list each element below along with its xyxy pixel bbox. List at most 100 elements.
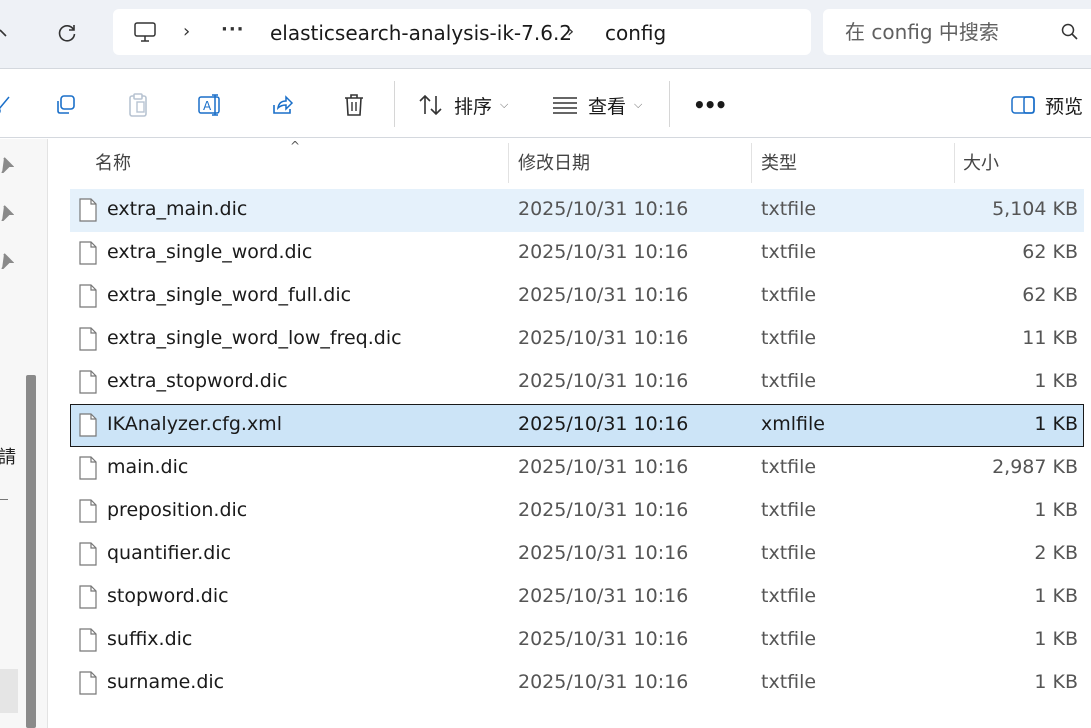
search-box[interactable]	[823, 9, 1091, 55]
column-divider[interactable]	[954, 143, 955, 183]
file-size: 2,987 KB	[992, 456, 1078, 478]
file-icon	[79, 542, 97, 571]
sort-button[interactable]: 排序 ⌵	[418, 89, 508, 121]
sort-icon	[419, 94, 442, 116]
search-icon[interactable]	[1061, 23, 1079, 41]
file-name: extra_single_word.dic	[107, 241, 313, 263]
nav-item-label-fragment[interactable]: 請	[0, 443, 16, 469]
file-modified-date: 2025/10/31 10:16	[518, 671, 689, 693]
file-modified-date: 2025/10/31 10:16	[518, 542, 689, 564]
file-row[interactable]: surname.dic 2025/10/31 10:16 txtfile 1 KB	[70, 662, 1084, 705]
file-type: txtfile	[761, 671, 817, 693]
navigation-pane[interactable]: 請	[0, 139, 48, 728]
pin-icon[interactable]	[0, 157, 14, 173]
file-row[interactable]: main.dic 2025/10/31 10:16 txtfile 2,987 KB	[70, 447, 1084, 490]
toolbar-divider	[394, 81, 395, 127]
file-type: txtfile	[761, 284, 817, 306]
file-type: txtfile	[761, 198, 817, 220]
column-header-type[interactable]: 类型	[761, 149, 797, 175]
file-list: ^ 名称 修改日期 类型 大小 extra_main.dic 2025/10/31…	[48, 139, 1091, 728]
cut-button[interactable]	[0, 89, 18, 121]
toolbar-divider	[669, 81, 670, 127]
share-button[interactable]	[266, 89, 298, 121]
file-name: IKAnalyzer.cfg.xml	[107, 413, 282, 435]
back-arrow-fragment[interactable]	[0, 22, 8, 38]
file-size: 2 KB	[1034, 542, 1078, 564]
sort-label: 排序	[454, 95, 493, 118]
file-modified-date: 2025/10/31 10:16	[518, 284, 689, 306]
file-modified-date: 2025/10/31 10:16	[518, 198, 689, 220]
file-size: 1 KB	[1034, 628, 1078, 650]
file-modified-date: 2025/10/31 10:16	[518, 628, 689, 650]
file-modified-date: 2025/10/31 10:16	[518, 499, 689, 521]
breadcrumb[interactable]: › ··· elasticsearch-analysis-ik-7.6.2 › …	[113, 9, 811, 55]
file-row[interactable]: suffix.dic 2025/10/31 10:16 txtfile 1 KB	[70, 619, 1084, 662]
more-options-icon: •••	[693, 93, 727, 117]
file-icon	[79, 585, 97, 614]
more-options-button[interactable]: •••	[693, 89, 727, 121]
file-row[interactable]: extra_single_word_full.dic 2025/10/31 10:…	[70, 275, 1084, 318]
file-row[interactable]: extra_main.dic 2025/10/31 10:16 txtfile 5,1…	[70, 189, 1084, 232]
file-icon	[79, 499, 97, 528]
search-input[interactable]	[843, 19, 1053, 45]
file-name: extra_single_word_low_freq.dic	[107, 327, 402, 349]
file-row[interactable]: stopword.dic 2025/10/31 10:16 txtfile 1 KB	[70, 576, 1084, 619]
file-row[interactable]: extra_single_word.dic 2025/10/31 10:16 txt…	[70, 232, 1084, 275]
address-bar-area: › ··· elasticsearch-analysis-ik-7.6.2 › …	[0, 0, 1091, 68]
file-row[interactable]: IKAnalyzer.cfg.xml 2025/10/31 10:16 xmlfil…	[70, 404, 1084, 447]
refresh-button[interactable]	[50, 16, 84, 50]
file-row[interactable]: extra_stopword.dic 2025/10/31 10:16 txtfil…	[70, 361, 1084, 404]
file-row[interactable]: preposition.dic 2025/10/31 10:16 txtfile 1 …	[70, 490, 1084, 533]
trash-icon	[345, 94, 363, 116]
breadcrumb-item-folder[interactable]: elasticsearch-analysis-ik-7.6.2	[270, 21, 572, 45]
paste-button[interactable]	[122, 89, 154, 121]
share-icon	[273, 95, 294, 114]
column-header-size[interactable]: 大小	[963, 149, 999, 175]
file-size: 1 KB	[1034, 671, 1078, 693]
chevron-right-icon[interactable]: ›	[183, 21, 190, 42]
column-header-name[interactable]: 名称	[95, 149, 131, 175]
view-button[interactable]: 查看 ⌵	[552, 89, 642, 121]
file-name: suffix.dic	[107, 628, 193, 650]
column-header: ^ 名称 修改日期 类型 大小	[48, 139, 1091, 185]
file-icon	[79, 327, 97, 356]
file-name: quantifier.dic	[107, 542, 232, 564]
pin-icon[interactable]	[0, 253, 14, 269]
file-icon	[79, 370, 97, 399]
more-crumbs-icon[interactable]: ···	[221, 19, 245, 40]
file-type: txtfile	[761, 542, 817, 564]
file-type: xmlfile	[761, 413, 825, 435]
chevron-down-icon: ⌵	[634, 98, 643, 111]
view-list-icon	[553, 97, 577, 114]
file-icon	[79, 628, 97, 657]
breadcrumb-item-config[interactable]: config	[605, 21, 666, 45]
rename-icon: A	[198, 94, 220, 116]
copy-icon	[57, 95, 75, 114]
file-name: surname.dic	[107, 671, 225, 693]
delete-button[interactable]	[338, 89, 370, 121]
preview-pane-icon	[1011, 96, 1035, 114]
nav-selected-item[interactable]	[0, 669, 18, 713]
file-size: 1 KB	[1034, 413, 1078, 435]
chevron-right-icon[interactable]: ›	[567, 21, 574, 42]
sort-ascending-icon: ^	[290, 139, 301, 153]
this-pc-icon[interactable]	[133, 20, 157, 44]
scissors-icon	[0, 96, 10, 114]
chevron-down-icon: ⌵	[500, 98, 509, 111]
navigation-scrollbar[interactable]	[26, 375, 36, 728]
file-type: txtfile	[761, 370, 817, 392]
file-row[interactable]: quantifier.dic 2025/10/31 10:16 txtfile 2 K…	[70, 533, 1084, 576]
pin-icon[interactable]	[0, 205, 14, 221]
column-header-modified[interactable]: 修改日期	[518, 149, 590, 175]
view-label: 查看	[588, 95, 627, 118]
column-divider[interactable]	[508, 143, 509, 183]
rename-button[interactable]: A	[194, 89, 226, 121]
file-name: extra_single_word_full.dic	[107, 284, 352, 306]
preview-pane-button[interactable]: 预览	[1011, 89, 1083, 121]
copy-button[interactable]	[50, 89, 82, 121]
file-modified-date: 2025/10/31 10:16	[518, 585, 689, 607]
file-type: txtfile	[761, 499, 817, 521]
file-row[interactable]: extra_single_word_low_freq.dic 2025/10/31…	[70, 318, 1084, 361]
column-divider[interactable]	[751, 143, 752, 183]
file-size: 5,104 KB	[992, 198, 1078, 220]
